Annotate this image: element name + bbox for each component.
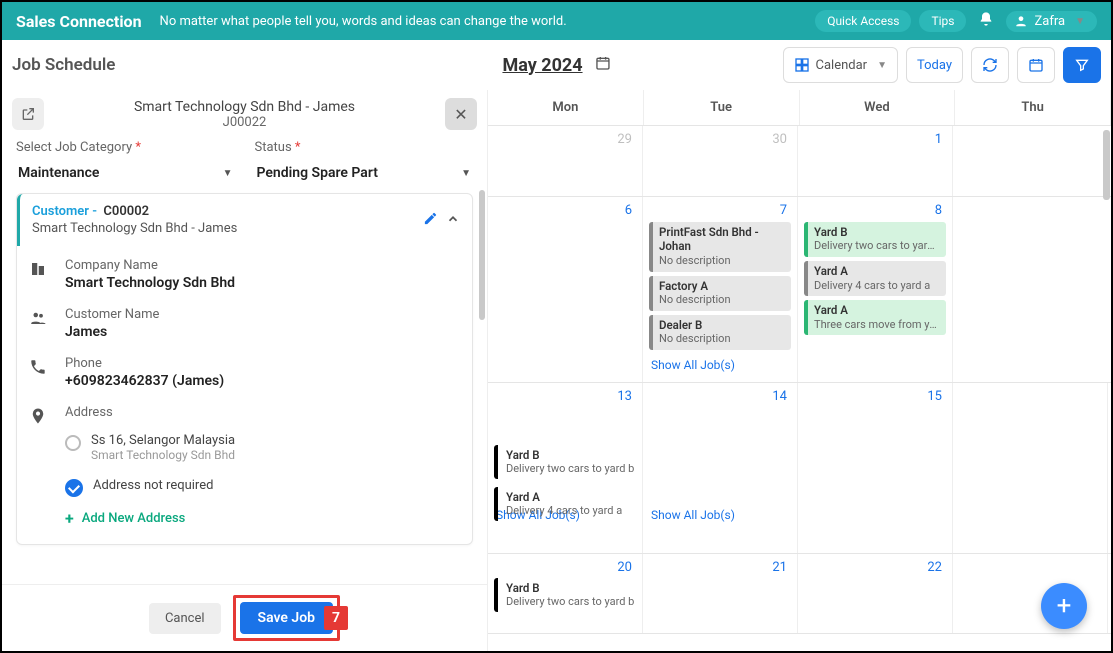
job-item[interactable]: Yard AThree cars move from yard A to dea… (804, 300, 946, 335)
user-name: Zafra (1034, 14, 1065, 29)
category-select[interactable]: Maintenance▼ (16, 161, 235, 187)
day-header: Thu (955, 90, 1111, 125)
cancel-button[interactable]: Cancel (149, 603, 221, 634)
cal-cell[interactable]: 30 (643, 126, 798, 196)
job-item[interactable]: Yard BDelivery two cars to yard b (804, 222, 946, 257)
calendar-icon[interactable] (595, 55, 611, 75)
scrollbar[interactable] (479, 190, 485, 320)
cal-cell[interactable] (953, 197, 1108, 382)
check-icon (65, 479, 83, 497)
job-span[interactable]: Yard BDelivery two cars to yard b (494, 578, 1105, 612)
job-number: J00022 (44, 115, 445, 130)
calendar-button[interactable] (1017, 47, 1055, 83)
view-switch[interactable]: Calendar ▼ (783, 47, 898, 83)
headerbar: Job Schedule May 2024 Calendar ▼ Today (2, 40, 1111, 90)
bell-icon[interactable] (978, 11, 994, 31)
topbar: Sales Connection No matter what people t… (2, 2, 1111, 40)
day-header: Wed (800, 90, 956, 125)
month-picker[interactable]: May 2024 (502, 55, 582, 76)
pin-icon (29, 405, 51, 429)
panel-title: Smart Technology Sdn Bhd - James (44, 99, 445, 115)
tagline: No matter what people tell you, words an… (160, 14, 808, 29)
job-item[interactable]: PrintFast Sdn Bhd - JohanNo description (649, 222, 791, 272)
day-header: Mon (488, 90, 644, 125)
address-option-1[interactable]: Ss 16, Selangor Malaysia Smart Technolog… (29, 429, 460, 462)
job-span[interactable]: Yard BDelivery two cars to yard b (494, 445, 1105, 479)
today-button[interactable]: Today (906, 47, 963, 83)
cal-cell[interactable]: 1 (798, 126, 953, 196)
customer-card: Customer - C00002 Smart Technology Sdn B… (16, 193, 473, 545)
building-icon (29, 258, 51, 282)
quick-access-button[interactable]: Quick Access (815, 10, 911, 32)
open-external-button[interactable] (12, 98, 44, 130)
job-item[interactable]: Dealer BNo description (649, 315, 791, 350)
job-panel: Smart Technology Sdn Bhd - James J00022 … (2, 90, 488, 651)
address-option-none[interactable]: Address not required (29, 474, 460, 497)
add-address-button[interactable]: + Add New Address (29, 497, 460, 532)
chevron-down-icon: ▼ (1075, 16, 1085, 27)
filter-button[interactable] (1063, 47, 1101, 83)
day-header: Tue (644, 90, 800, 125)
job-span[interactable]: Yard ADelivery 4 cars to yard a (494, 487, 1105, 521)
edit-icon[interactable] (423, 211, 438, 230)
status-select[interactable]: Pending Spare Part▼ (255, 161, 474, 187)
cal-cell[interactable]: 8 Yard BDelivery two cars to yard b Yard… (798, 197, 953, 382)
cal-cell[interactable]: 29 (488, 126, 643, 196)
save-button[interactable]: Save Job (240, 602, 334, 634)
refresh-button[interactable] (971, 47, 1009, 83)
phone-icon (29, 356, 51, 380)
job-item[interactable]: Yard ADelivery 4 cars to yard a (804, 261, 946, 296)
calendar: Mon Tue Wed Thu 29 30 1 6 7 PrintFast Sd… (488, 90, 1111, 651)
cal-cell[interactable]: 7 PrintFast Sdn Bhd - JohanNo descriptio… (643, 197, 798, 382)
user-menu[interactable]: Zafra ▼ (1006, 11, 1097, 32)
page-title: Job Schedule (12, 55, 783, 75)
plus-icon: + (65, 509, 74, 528)
tips-button[interactable]: Tips (919, 10, 966, 32)
close-button[interactable]: ✕ (445, 98, 477, 130)
callout-badge: 7 (324, 606, 348, 630)
cal-cell[interactable] (953, 126, 1108, 196)
brand: Sales Connection (16, 12, 142, 31)
job-item[interactable]: Factory ANo description (649, 276, 791, 311)
person-icon (29, 307, 51, 331)
cal-cell[interactable]: 6 (488, 197, 643, 382)
radio-unchecked-icon (65, 435, 81, 451)
chevron-down-icon: ▼ (877, 60, 887, 71)
show-all-link[interactable]: Show All Job(s) (649, 354, 791, 376)
collapse-icon[interactable] (446, 211, 460, 230)
add-fab[interactable]: + (1041, 583, 1087, 629)
